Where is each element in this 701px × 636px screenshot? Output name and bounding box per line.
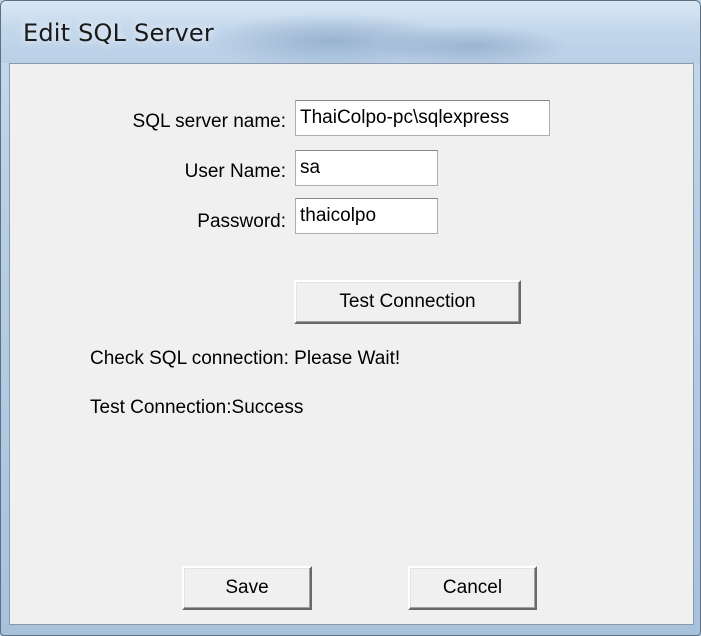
user-name-label: User Name:: [184, 161, 286, 182]
edit-sql-server-dialog: Edit SQL Server SQL server name: User Na…: [0, 0, 701, 636]
test-connection-button[interactable]: Test Connection: [294, 280, 521, 324]
password-label: Password:: [197, 211, 286, 232]
server-name-input[interactable]: [295, 100, 550, 136]
save-button[interactable]: Save: [182, 566, 312, 610]
password-input[interactable]: [295, 198, 438, 234]
check-connection-status: Check SQL connection: Please Wait!: [90, 348, 401, 369]
window-title: Edit SQL Server: [23, 19, 214, 47]
dialog-body: SQL server name: User Name: Password: Te…: [9, 63, 694, 625]
title-bar[interactable]: Edit SQL Server: [1, 1, 700, 63]
user-name-input[interactable]: [295, 150, 438, 186]
server-name-label: SQL server name:: [132, 111, 286, 132]
cancel-button[interactable]: Cancel: [408, 566, 537, 610]
test-connection-result: Test Connection:Success: [90, 397, 304, 418]
